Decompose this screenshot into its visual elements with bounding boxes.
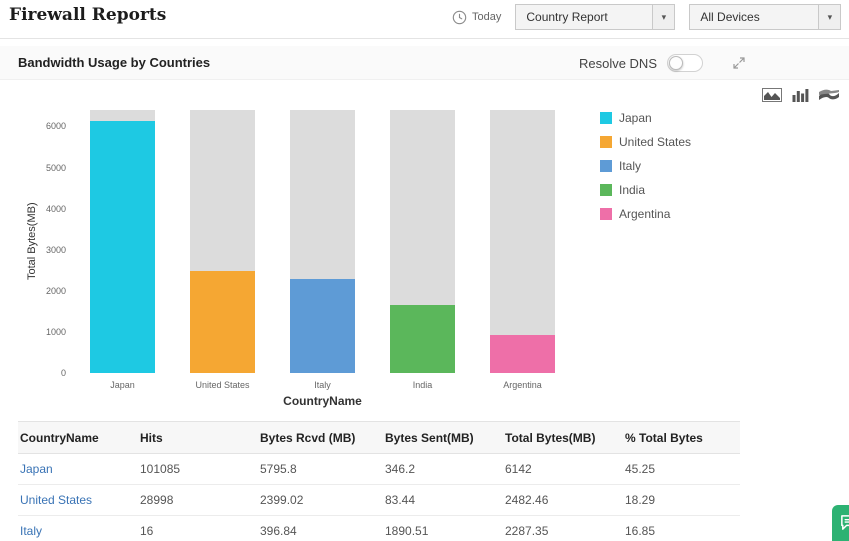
cell-total-bytes: 2287.35 — [503, 515, 623, 541]
bar-united-states[interactable]: United States — [190, 110, 255, 390]
resolve-dns-toggle[interactable] — [667, 54, 703, 72]
cell-pct-total-bytes: 45.25 — [623, 453, 740, 485]
column-header-bytes-sent[interactable]: Bytes Sent(MB) — [383, 421, 503, 454]
table-header-row: CountryName Hits Bytes Rcvd (MB) Bytes S… — [18, 421, 740, 454]
legend-swatch — [600, 208, 612, 220]
country-link[interactable]: Italy — [18, 515, 138, 541]
bar-italy[interactable]: Italy — [290, 110, 355, 390]
chart-type-switcher — [762, 88, 839, 102]
bar-backdrop — [490, 110, 555, 373]
cell-hits: 28998 — [138, 484, 258, 516]
cell-bytes-sent: 1890.51 — [383, 515, 503, 541]
firewall-reports-page: Firewall Reports Today Country Report ▾ … — [0, 0, 849, 541]
y-tick-label: 3000 — [45, 244, 66, 255]
device-select[interactable]: All Devices ▾ — [689, 4, 842, 30]
cell-hits: 16 — [138, 515, 258, 541]
bar-value — [390, 304, 455, 373]
bar-value — [490, 334, 555, 373]
legend-item-japan[interactable]: Japan — [600, 111, 691, 125]
y-tick-label: 1000 — [45, 326, 66, 337]
bar-value — [190, 271, 255, 373]
cell-bytes-rcvd: 2399.02 — [258, 484, 383, 516]
y-tick-label: 6000 — [45, 121, 66, 132]
cell-bytes-rcvd: 5795.8 — [258, 453, 383, 485]
y-tick-label: 2000 — [45, 285, 66, 296]
chart-legend: Japan United States Italy India Argentina — [600, 111, 691, 221]
y-tick-label: 0 — [60, 368, 66, 378]
legend-label: Argentina — [619, 207, 671, 221]
header-divider — [0, 38, 849, 39]
column-header-bytes-rcvd[interactable]: Bytes Rcvd (MB) — [258, 421, 383, 454]
bar-argentina[interactable]: Argentina — [490, 110, 555, 390]
bar-chart-plot: Japan United States Italy India Argentina — [75, 110, 570, 390]
legend-swatch — [600, 160, 612, 172]
table-row: Italy 16 396.84 1890.51 2287.35 16.85 — [18, 515, 740, 541]
top-controls: Today Country Report ▾ All Devices ▾ — [452, 4, 842, 30]
device-select-value: All Devices — [700, 10, 760, 24]
cell-bytes-sent: 346.2 — [383, 453, 503, 485]
resolve-dns-label: Resolve DNS — [578, 55, 657, 71]
chevron-down-icon[interactable]: ▾ — [652, 5, 675, 29]
x-axis-title: CountryName — [283, 394, 362, 408]
cell-pct-total-bytes: 18.29 — [623, 484, 740, 516]
column-header-pct-total-bytes[interactable]: % Total Bytes — [623, 421, 740, 454]
legend-swatch — [600, 112, 612, 124]
y-tick-label: 4000 — [45, 203, 66, 214]
chat-widget-button[interactable] — [832, 505, 849, 541]
category-label: Japan — [110, 380, 135, 390]
country-link[interactable]: Japan — [18, 453, 138, 485]
country-link[interactable]: United States — [18, 484, 138, 516]
time-filter-button[interactable]: Today — [452, 10, 501, 25]
bar-india[interactable]: India — [390, 110, 455, 390]
bar-chart-icon[interactable] — [792, 88, 809, 102]
category-label: Argentina — [503, 380, 542, 390]
legend-label: India — [619, 183, 646, 197]
cell-total-bytes: 6142 — [503, 453, 623, 485]
table-row: Japan 101085 5795.8 346.2 6142 45.25 — [18, 453, 740, 485]
legend-label: United States — [619, 135, 692, 149]
cell-total-bytes: 2482.46 — [503, 484, 623, 516]
column-header-total-bytes[interactable]: Total Bytes(MB) — [503, 421, 623, 454]
clock-icon — [452, 10, 467, 25]
toggle-knob — [669, 56, 683, 70]
report-type-select[interactable]: Country Report ▾ — [515, 4, 676, 30]
legend-item-united-states[interactable]: United States — [600, 135, 691, 149]
cell-pct-total-bytes: 16.85 — [623, 515, 740, 541]
page-title: Firewall Reports — [9, 5, 167, 25]
expand-diagonal-icon[interactable] — [733, 57, 745, 69]
y-axis-ticks: 0 1000 2000 3000 4000 5000 6000 — [32, 110, 66, 378]
category-label: India — [412, 380, 433, 390]
legend-label: Japan — [619, 111, 652, 125]
legend-swatch — [600, 136, 612, 148]
legend-label: Italy — [619, 159, 642, 173]
report-type-value: Country Report — [526, 10, 608, 24]
column-header-countryname[interactable]: CountryName — [18, 421, 138, 454]
column-header-hits[interactable]: Hits — [138, 421, 258, 454]
country-report-table: CountryName Hits Bytes Rcvd (MB) Bytes S… — [18, 421, 740, 541]
category-label: United States — [195, 380, 250, 390]
category-label: Italy — [314, 380, 331, 390]
cell-hits: 101085 — [138, 453, 258, 485]
cell-bytes-rcvd: 396.84 — [258, 515, 383, 541]
time-filter-label: Today — [472, 11, 502, 23]
cell-bytes-sent: 83.44 — [383, 484, 503, 516]
legend-swatch — [600, 184, 612, 196]
legend-item-italy[interactable]: Italy — [600, 159, 691, 173]
area-chart-icon[interactable] — [762, 88, 782, 102]
legend-item-india[interactable]: India — [600, 183, 691, 197]
bar-value — [290, 279, 355, 373]
table-row: United States 28998 2399.02 83.44 2482.4… — [18, 484, 740, 516]
legend-item-argentina[interactable]: Argentina — [600, 207, 691, 221]
bar-value — [90, 120, 155, 373]
stream-chart-icon[interactable] — [819, 88, 839, 102]
chevron-down-icon[interactable]: ▾ — [818, 5, 841, 29]
panel-title: Bandwidth Usage by Countries — [18, 55, 211, 70]
panel-header: Bandwidth Usage by Countries Resolve DNS — [0, 46, 849, 80]
bar-japan[interactable]: Japan — [90, 110, 155, 390]
y-tick-label: 5000 — [45, 162, 66, 173]
chat-bubble-icon — [839, 513, 849, 532]
